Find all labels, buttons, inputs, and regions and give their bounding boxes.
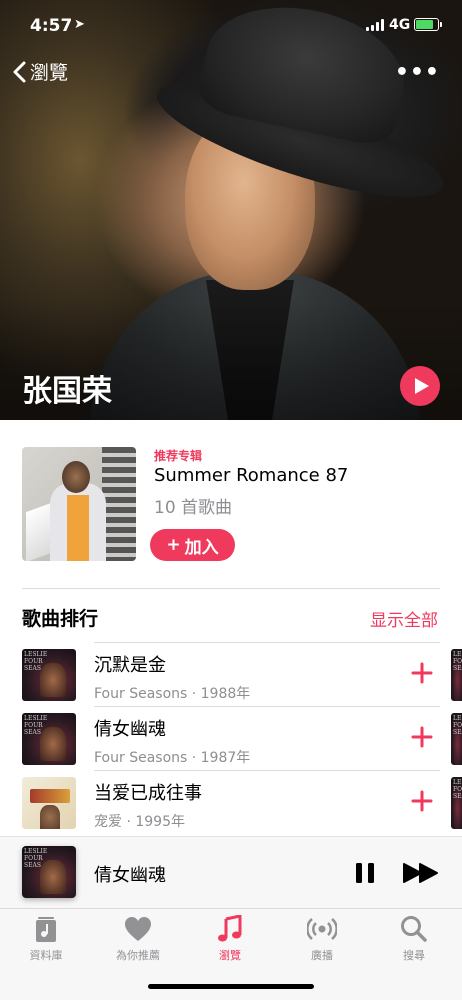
song-title: 当爱已成往事	[94, 783, 202, 804]
artist-name: 张国荣	[22, 374, 112, 409]
song-title: 倩女幽魂	[94, 719, 166, 740]
tab-label: 廣播	[311, 949, 333, 962]
nav-bar: 瀏覽 •••	[0, 56, 462, 92]
song-subtitle: Four Seasons · 1987年	[94, 750, 251, 766]
fast-forward-button[interactable]	[402, 861, 440, 885]
tab-radio[interactable]: 廣播	[276, 915, 368, 963]
next-column-artwork	[451, 649, 462, 701]
featured-song-count: 10 首歌曲	[154, 498, 233, 518]
back-button[interactable]: 瀏覽	[12, 58, 68, 85]
divider	[22, 588, 440, 589]
add-album-button[interactable]: + 加入	[150, 529, 235, 561]
tab-search[interactable]: 搜尋	[368, 915, 460, 963]
section-title: 歌曲排行	[22, 608, 99, 630]
add-song-button[interactable]	[410, 661, 434, 685]
add-song-button[interactable]	[410, 789, 434, 813]
battery-icon	[414, 18, 442, 31]
location-arrow-icon: ➤	[74, 17, 85, 32]
now-playing-title: 倩女幽魂	[94, 865, 166, 886]
now-playing-artwork	[22, 846, 76, 898]
pause-button[interactable]	[354, 861, 376, 885]
song-title: 沉默是金	[94, 655, 166, 676]
more-dots-icon[interactable]: •••	[395, 60, 440, 85]
song-row[interactable]: 当爱已成往事 宠爱 · 1995年	[0, 771, 462, 835]
status-bar: 4:57 ➤ 4G	[0, 0, 462, 52]
back-label: 瀏覽	[30, 62, 69, 84]
song-artwork	[22, 777, 76, 829]
status-time: 4:57	[30, 16, 73, 36]
network-type: 4G	[389, 17, 411, 33]
next-column-artwork	[451, 777, 462, 829]
featured-album-title[interactable]: Summer Romance 87	[154, 465, 348, 486]
tab-browse[interactable]: 瀏覽	[184, 915, 276, 963]
tab-label: 為你推薦	[116, 949, 160, 962]
tab-library[interactable]: 資料庫	[0, 915, 92, 963]
tab-label: 瀏覽	[219, 949, 241, 962]
song-row[interactable]: 倩女幽魂 Four Seasons · 1987年	[0, 707, 462, 771]
song-subtitle: 宠爱 · 1995年	[94, 814, 185, 830]
song-subtitle: Four Seasons · 1988年	[94, 686, 251, 702]
tab-label: 資料庫	[29, 949, 63, 962]
plus-icon: +	[166, 535, 181, 555]
signal-icon	[366, 19, 384, 31]
song-row[interactable]: 沉默是金 Four Seasons · 1988年	[0, 643, 462, 707]
library-icon	[36, 917, 56, 942]
radio-icon	[307, 918, 337, 940]
tab-for-you[interactable]: 為你推薦	[92, 915, 184, 963]
song-artwork	[22, 713, 76, 765]
show-all-link[interactable]: 显示全部	[370, 606, 438, 631]
next-column-artwork	[451, 713, 462, 765]
song-artwork	[22, 649, 76, 701]
home-indicator[interactable]	[148, 984, 314, 989]
add-label: 加入	[184, 537, 219, 558]
chevron-left-icon	[13, 61, 26, 82]
featured-label: 推荐专辑	[154, 449, 203, 463]
tab-label: 搜尋	[403, 949, 425, 962]
play-icon	[414, 378, 429, 394]
featured-album-art[interactable]	[22, 447, 136, 561]
heart-icon	[125, 917, 151, 941]
play-artist-button[interactable]	[400, 366, 440, 406]
search-icon	[401, 916, 427, 942]
add-song-button[interactable]	[410, 725, 434, 749]
music-note-icon	[218, 915, 242, 942]
now-playing-bar[interactable]: 倩女幽魂	[0, 836, 462, 908]
